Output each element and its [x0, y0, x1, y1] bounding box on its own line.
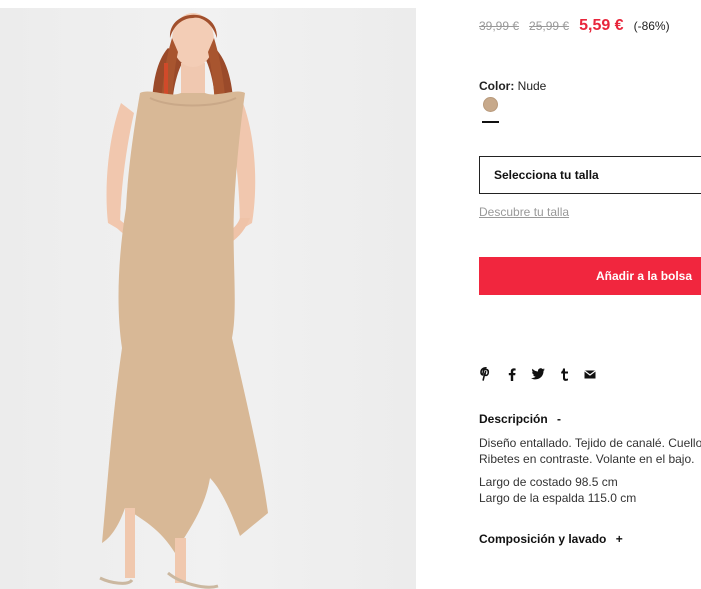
color-label-title: Color:	[479, 79, 515, 93]
color-value: Nude	[517, 79, 547, 93]
selected-swatch-indicator	[482, 121, 499, 123]
sale-price: 5,59 €	[579, 17, 624, 34]
description-paragraph: Diseño entallado. Tejido de canalé. Cuel…	[479, 435, 701, 467]
description-toggle[interactable]: Descripción -	[479, 412, 561, 426]
original-price: 39,99 €	[479, 19, 520, 33]
description-measurements: Largo de costado 98.5 cm Largo de la esp…	[479, 474, 636, 506]
email-icon[interactable]	[583, 367, 597, 381]
description-line: Diseño entallado. Tejido de canalé. Cuel…	[479, 436, 701, 450]
composition-toggle[interactable]: Composición y lavado +	[479, 532, 623, 546]
discount-badge: (-86%)	[633, 19, 670, 33]
color-swatch-nude[interactable]	[483, 97, 498, 112]
color-label: Color: Nude	[479, 79, 546, 93]
composition-title: Composición y lavado	[479, 532, 607, 546]
facebook-icon[interactable]	[505, 367, 519, 381]
size-guide-link[interactable]: Descubre tu talla	[479, 205, 569, 219]
description-collapse-indicator: -	[557, 412, 562, 426]
previous-price: 25,99 €	[529, 19, 570, 33]
measurement-line: Largo de la espalda 115.0 cm	[479, 491, 637, 505]
size-select-label: Selecciona tu talla	[494, 168, 599, 182]
size-select[interactable]: Selecciona tu talla	[479, 156, 701, 194]
description-title: Descripción	[479, 412, 548, 426]
product-info-panel: 39,99 € 25,99 € 5,59 € (-86%) Color: Nud…	[479, 0, 701, 589]
add-to-bag-button[interactable]: Añadir a la bolsa	[479, 257, 701, 295]
measurement-line: Largo de costado 98.5 cm	[479, 475, 618, 489]
price-row: 39,99 € 25,99 € 5,59 € (-86%)	[479, 17, 670, 35]
description-line: Ribetes en contraste. Volante en el bajo…	[479, 452, 695, 466]
share-icons	[479, 367, 609, 381]
product-image[interactable]	[0, 8, 416, 589]
twitter-icon[interactable]	[531, 367, 545, 381]
tumblr-icon[interactable]	[557, 367, 571, 381]
composition-expand-indicator: +	[615, 532, 623, 546]
pinterest-icon[interactable]	[479, 367, 493, 381]
